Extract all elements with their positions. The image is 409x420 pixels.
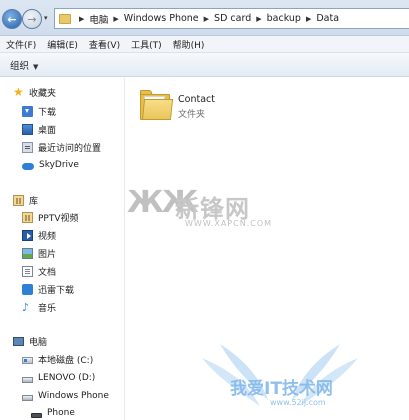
menu-tools[interactable]: 工具(T) [125, 38, 167, 51]
drive-icon [22, 356, 33, 364]
organize-button[interactable]: 组织 ▼ [0, 58, 38, 72]
star-icon: ★ [13, 84, 24, 99]
nav-item-label: 图片 [38, 249, 57, 260]
folder-icon [140, 90, 174, 120]
file-type: 文件夹 [178, 110, 206, 120]
breadcrumb-computer[interactable]: 电脑 [89, 12, 108, 26]
folder-icon [59, 13, 71, 24]
nav-item-videos[interactable]: 视频 [0, 227, 124, 243]
nav-item-pictures[interactable]: 图片 [0, 245, 124, 261]
library-icon [22, 211, 33, 223]
nav-item-label: 下载 [38, 107, 57, 118]
phone-icon [22, 394, 33, 401]
menu-bar: 文件(F) 编辑(E) 查看(V) 工具(T) 帮助(H) [0, 36, 409, 53]
phone-icon [31, 412, 42, 418]
recent-pages-dropdown[interactable]: ▾ [44, 14, 48, 22]
52ij-title: 我爱IT技术网 [230, 379, 333, 399]
breadcrumb-separator[interactable]: ▶ [204, 15, 209, 23]
address-bar[interactable]: ▶ 电脑 ▶ Windows Phone ▶ SD card ▶ backup … [54, 8, 409, 29]
nav-item-phone[interactable]: Phone [0, 405, 124, 420]
nav-item-windows-phone[interactable]: Windows Phone [0, 388, 124, 404]
library-icon [13, 194, 24, 206]
nav-favorites-label: 收藏夹 [29, 88, 57, 99]
document-icon [22, 265, 33, 277]
nav-item-skydrive[interactable]: SkyDrive [0, 157, 124, 173]
nav-item-label: 迅雷下载 [38, 285, 75, 296]
computer-icon [13, 337, 24, 346]
breadcrumb-windows-phone[interactable]: Windows Phone [124, 13, 199, 24]
nav-item-xunlei-downloads[interactable]: 迅雷下载 [0, 281, 124, 297]
picture-icon [22, 247, 33, 259]
xunlei-icon [22, 283, 33, 295]
nav-item-documents[interactable]: 文档 [0, 263, 124, 279]
nav-item-label: LENOVO (D:) [38, 373, 96, 383]
nav-libraries-label: 库 [29, 196, 39, 207]
file-item-contact[interactable]: Contact 文件夹 [135, 84, 275, 124]
nav-item-music[interactable]: ♪ 音乐 [0, 299, 124, 315]
nav-computer[interactable]: 电脑 [0, 333, 124, 349]
nav-item-recent-places[interactable]: 最近访问的位置 [0, 139, 124, 155]
nav-item-label: 本地磁盘 (C:) [38, 355, 94, 366]
nav-favorites[interactable]: ★ 收藏夹 [0, 84, 124, 100]
command-bar: 组织 ▼ [0, 53, 409, 77]
nav-item-desktop[interactable]: 桌面 [0, 121, 124, 137]
breadcrumb-data[interactable]: Data [316, 13, 339, 24]
nav-item-label: Phone [47, 408, 75, 418]
nav-item-local-disk-c[interactable]: 本地磁盘 (C:) [0, 351, 124, 367]
download-icon [22, 105, 33, 117]
navigation-pane[interactable]: ★ 收藏夹 下载 桌面 最近访问的位置 SkyDrive 库 PPTV视频 视频… [0, 78, 124, 420]
drive-icon [22, 376, 33, 383]
nav-item-label: SkyDrive [39, 160, 79, 170]
nav-item-label: 音乐 [38, 303, 57, 314]
file-name: Contact [178, 94, 215, 105]
menu-edit[interactable]: 编辑(E) [41, 38, 83, 51]
organize-label: 组织 [10, 60, 30, 72]
address-toolbar: ← → ▾ ▶ 电脑 ▶ Windows Phone ▶ SD card ▶ b… [0, 0, 409, 36]
breadcrumb-separator[interactable]: ▶ [256, 15, 261, 23]
cloud-icon [22, 162, 34, 170]
back-arrow-icon: ← [7, 12, 17, 26]
nav-computer-label: 电脑 [29, 337, 48, 348]
forward-arrow-icon: → [27, 12, 37, 26]
recent-places-icon [22, 141, 33, 153]
nav-item-label: PPTV视频 [38, 213, 79, 224]
music-icon: ♪ [22, 300, 30, 314]
52ij-url: www.52ij.com [270, 398, 326, 407]
video-icon [22, 229, 33, 241]
nav-item-downloads[interactable]: 下载 [0, 103, 124, 119]
breadcrumb-backup[interactable]: backup [267, 13, 301, 24]
chevron-down-icon: ▼ [33, 62, 39, 71]
forward-button[interactable]: → [22, 9, 42, 29]
desktop-icon [22, 123, 33, 135]
menu-view[interactable]: 查看(V) [83, 38, 125, 51]
menu-file[interactable]: 文件(F) [0, 38, 41, 51]
nav-item-label: Windows Phone [38, 391, 109, 401]
breadcrumb-separator[interactable]: ▶ [306, 15, 311, 23]
xapcn-watermark: ЖЖ 新锋网 WWW.XAPCN.COM [125, 185, 285, 237]
nav-item-label: 文档 [38, 267, 57, 278]
breadcrumb-sd-card[interactable]: SD card [214, 13, 251, 24]
breadcrumb-root-arrow[interactable]: ▶ [79, 15, 84, 23]
nav-item-pptv-videos[interactable]: PPTV视频 [0, 209, 124, 225]
nav-item-label: 桌面 [38, 125, 57, 136]
xapcn-url: WWW.XAPCN.COM [185, 219, 273, 228]
nav-item-label: 最近访问的位置 [38, 143, 102, 154]
back-button[interactable]: ← [2, 9, 22, 29]
breadcrumb-separator[interactable]: ▶ [113, 15, 118, 23]
nav-libraries[interactable]: 库 [0, 192, 124, 208]
menu-help[interactable]: 帮助(H) [167, 38, 210, 51]
52ij-watermark: 我爱IT技术网 www.52ij.com [190, 330, 409, 420]
nav-item-label: 视频 [38, 231, 57, 242]
nav-item-lenovo-d[interactable]: LENOVO (D:) [0, 370, 124, 386]
